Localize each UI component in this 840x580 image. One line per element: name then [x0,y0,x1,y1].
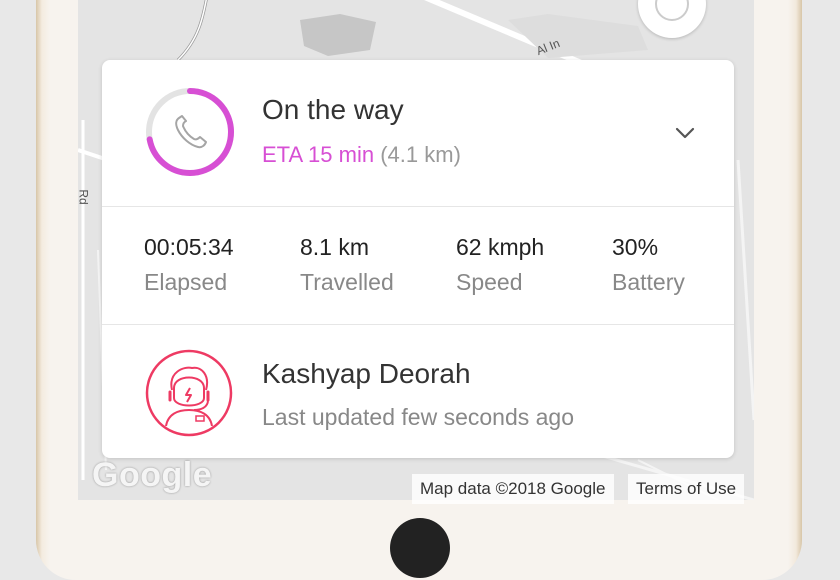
stats-row: 00:05:34 Elapsed 8.1 km Travelled 62 kmp… [102,206,734,325]
google-logo: Google [92,456,213,494]
phone-icon [175,115,207,149]
street-label: Rd [78,189,91,205]
status-title: On the way [262,94,404,125]
stat-travelled: 8.1 km Travelled [300,234,394,296]
status-row[interactable]: On the way ETA 15 min (4.1 km) [102,60,734,207]
stat-label: Speed [456,269,523,295]
chevron-down-icon[interactable] [670,118,700,148]
stat-battery: 30% Battery [612,234,685,296]
location-target-icon [655,0,689,21]
stat-value: 30% [612,234,659,260]
driver-name: Kashyap Deorah [262,358,471,389]
last-updated-text: Last updated few seconds ago [262,404,575,430]
eta-line: ETA 15 min (4.1 km) [262,142,461,168]
stat-value: 62 kmph [456,234,545,260]
stat-label: Travelled [300,269,394,295]
tracking-card: On the way ETA 15 min (4.1 km) 00:05:34 … [102,60,734,458]
stat-label: Elapsed [144,269,228,295]
stat-speed: 62 kmph Speed [456,234,544,296]
stat-label: Battery [612,269,685,295]
driver-row[interactable]: Kashyap Deorah Last updated few seconds … [102,324,734,458]
progress-ring [144,86,236,178]
stat-elapsed: 00:05:34 Elapsed [144,234,234,296]
driver-avatar-icon [145,349,233,437]
stat-value: 8.1 km [300,234,370,260]
eta-text: ETA 15 min [262,142,375,167]
avatar [144,348,234,438]
terms-of-use-link[interactable]: Terms of Use [628,474,745,504]
phone-home-button [390,518,450,578]
stat-value: 00:05:34 [144,234,234,260]
map-attribution: Map data ©2018 Google [412,474,614,504]
eta-distance: (4.1 km) [380,142,461,167]
